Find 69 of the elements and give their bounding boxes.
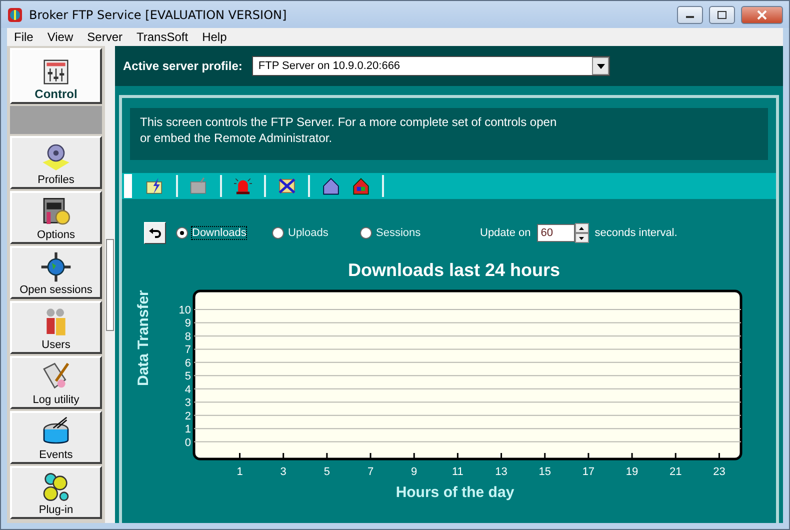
tick-label: 1 (184, 424, 191, 436)
tick-label: 5 (184, 370, 191, 383)
radio-icon[interactable] (176, 227, 188, 239)
maximize-button[interactable] (709, 6, 735, 24)
tick-label: 17 (582, 466, 595, 478)
dropdown-button[interactable] (592, 57, 610, 75)
spin-up-button[interactable] (574, 223, 589, 233)
tick-label: 8 (184, 330, 191, 343)
app-icon (7, 6, 23, 22)
down-arrow-icon (579, 236, 584, 240)
tick-label: 4 (184, 384, 191, 396)
undo-button[interactable] (144, 222, 166, 244)
interval-field[interactable]: 60 (536, 224, 575, 242)
tick-label: 9 (411, 466, 418, 478)
close-icon (756, 10, 768, 20)
tick-label: 15 (538, 466, 551, 478)
tick-label: 11 (452, 466, 464, 478)
tick-label: 2 (184, 410, 191, 422)
sidebar-item[interactable]: Events (10, 411, 102, 464)
profile-dropdown[interactable]: FTP Server on 10.9.0.20:666 (252, 56, 610, 76)
tick-label: 7 (184, 344, 191, 356)
profile-label: Active server profile: (123, 59, 242, 73)
menu-item[interactable]: TransSoft (129, 30, 196, 44)
spin-down-button[interactable] (574, 233, 589, 243)
axis-title: Hours of the day (396, 484, 514, 501)
sidebar-item[interactable]: Profiles (10, 136, 102, 189)
sidebar-item[interactable]: Control (10, 48, 102, 104)
sidebar-item[interactable]: Open sessions (10, 246, 102, 299)
tick-label: 19 (626, 466, 638, 478)
menu-item[interactable]: Help (195, 30, 234, 44)
tick-label: 21 (670, 466, 682, 478)
menu-item[interactable]: Server (80, 30, 130, 44)
tick-label: 1 (236, 466, 243, 478)
radio-icon[interactable] (360, 227, 372, 239)
tick-label: 13 (495, 466, 508, 478)
minimize-button[interactable] (677, 6, 703, 24)
info-text: This screen controls the FTP Server. For a more complete set of controls open or embed the Remote Administrator. (140, 114, 558, 146)
toolbar-grip[interactable] (124, 174, 132, 198)
up-arrow-icon (579, 226, 584, 230)
radio-option[interactable]: Sessions (360, 227, 480, 239)
menu-item[interactable]: File (7, 30, 40, 44)
chart-title: Downloads last 24 hours (346, 260, 562, 281)
update-label: Update on (480, 227, 531, 239)
sidebar-item[interactable]: Plug-in (10, 466, 102, 519)
tick-label: 3 (184, 397, 191, 410)
tick-label: 0 (184, 436, 191, 449)
tick-label: 10 (178, 304, 191, 317)
sidebar-item[interactable]: Log utility (10, 356, 102, 409)
undo-icon (149, 227, 161, 239)
radio-icon[interactable] (272, 227, 284, 239)
maximize-icon (717, 10, 727, 18)
sidebar-item[interactable]: Options (10, 191, 102, 244)
interval-suffix: seconds interval. (594, 227, 678, 239)
tick-label: 5 (324, 466, 330, 478)
window-title: Broker FTP Service [EVALUATION VERSION] (29, 8, 288, 22)
tick-label: 6 (184, 357, 191, 370)
splitter-handle[interactable] (106, 238, 114, 330)
close-button[interactable] (741, 6, 783, 24)
tick-label: 23 (713, 466, 726, 478)
sidebar-item[interactable]: Users (10, 301, 102, 354)
axis-title: Data Transfer (135, 290, 152, 386)
menu-item[interactable]: View (40, 30, 80, 44)
tick-label: 7 (367, 466, 374, 478)
radio-option[interactable]: Downloads (176, 227, 272, 239)
tick-label: 9 (184, 318, 191, 330)
tick-label: 3 (280, 466, 286, 478)
radio-option[interactable]: Uploads (272, 227, 360, 239)
caret-icon (596, 64, 605, 68)
globe-icon (40, 251, 72, 283)
